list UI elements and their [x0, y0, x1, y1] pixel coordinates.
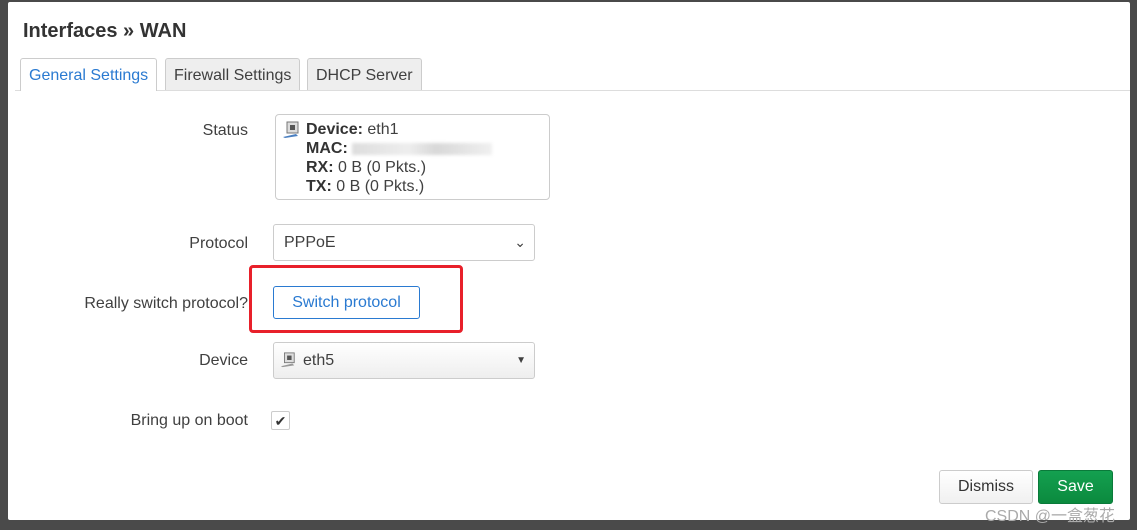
device-select[interactable]: eth5 ▼ — [273, 342, 535, 379]
network-device-icon — [283, 121, 299, 138]
status-box: Device: eth1 MAC: RX: 0 B (0 Pkts.) TX: … — [275, 114, 550, 200]
highlight-annotation — [249, 265, 463, 333]
tx-key: TX: — [306, 178, 332, 195]
tab-general-settings[interactable]: General Settings — [20, 58, 158, 91]
tab-firewall-settings[interactable]: Firewall Settings — [165, 58, 301, 90]
mac-redacted — [352, 142, 493, 155]
status-label: Status — [202, 122, 248, 139]
dismiss-button[interactable]: Dismiss — [939, 470, 1033, 504]
rx-key: RX: — [306, 159, 334, 176]
device-label: Device — [199, 352, 248, 369]
interface-modal: Interfaces » WAN General Settings Firewa… — [8, 2, 1130, 520]
tab-bar: General Settings Firewall Settings DHCP … — [15, 58, 1130, 91]
protocol-label: Protocol — [189, 235, 248, 252]
protocol-select[interactable]: PPPoE ⌄ — [273, 224, 535, 261]
mac-key: MAC: — [306, 140, 348, 157]
device-value: eth5 — [303, 352, 335, 369]
tab-dhcp-server[interactable]: DHCP Server — [307, 58, 422, 90]
device-key: Device: — [306, 121, 363, 138]
switch-protocol-label: Really switch protocol? — [84, 295, 248, 312]
rx-value: 0 B (0 Pkts.) — [338, 159, 427, 176]
save-button[interactable]: Save — [1038, 470, 1113, 504]
bring-up-on-boot-label: Bring up on boot — [130, 412, 248, 429]
page-title: Interfaces » WAN — [23, 20, 187, 42]
chevron-down-icon: ⌄ — [514, 234, 526, 250]
device-value: eth1 — [367, 121, 399, 138]
watermark: CSDN @一盒葱花 — [985, 508, 1116, 525]
protocol-value: PPPoE — [284, 234, 336, 251]
bring-up-on-boot-checkbox[interactable]: ✔ — [271, 411, 290, 430]
tx-value: 0 B (0 Pkts.) — [336, 178, 425, 195]
caret-down-icon: ▼ — [516, 355, 526, 366]
network-device-icon — [280, 352, 295, 368]
